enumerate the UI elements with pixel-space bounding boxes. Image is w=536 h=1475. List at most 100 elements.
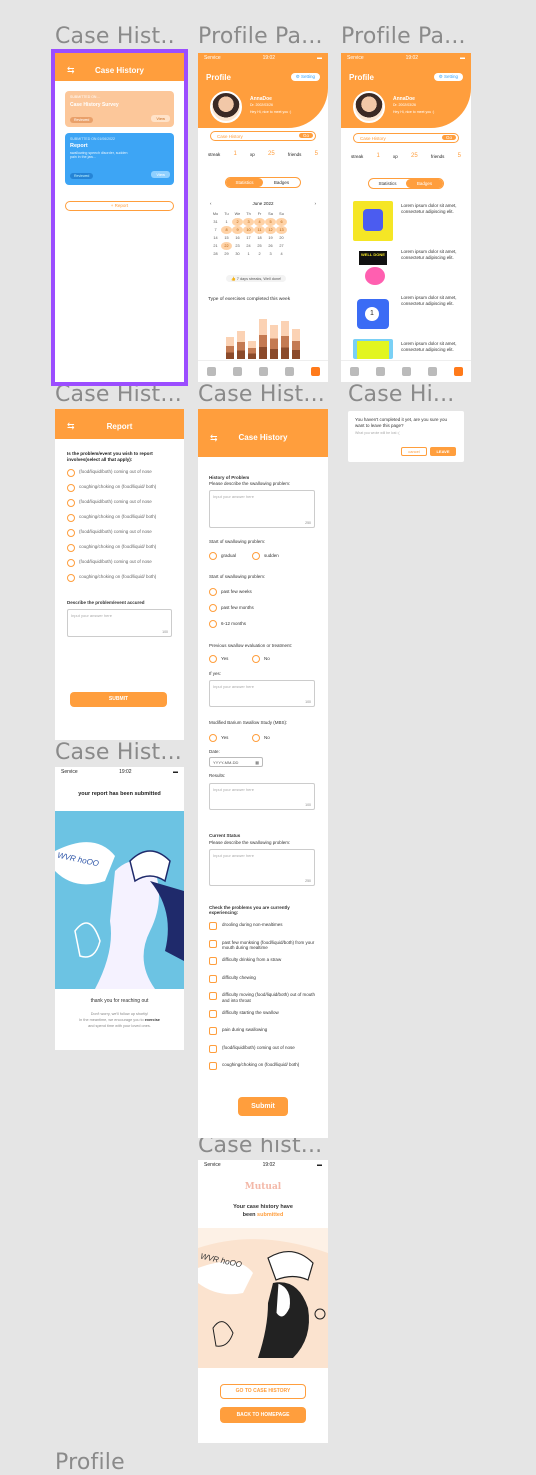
calendar-icon[interactable]: ▦ bbox=[255, 760, 259, 765]
nav-profile-icon[interactable] bbox=[310, 367, 320, 376]
radio-button[interactable] bbox=[67, 514, 75, 522]
radio-button[interactable] bbox=[209, 620, 217, 628]
checkbox[interactable] bbox=[209, 922, 217, 930]
report-option[interactable]: (food/liquid/both) coming out of nose bbox=[67, 469, 177, 484]
report-option[interactable]: coughing/choking on (food/liquid/ both) bbox=[67, 484, 177, 499]
report-option[interactable]: coughing/choking on (food/liquid/ both) bbox=[67, 544, 177, 559]
if-yes-textarea[interactable]: Input your answer here 100 bbox=[209, 680, 315, 707]
case-history-card[interactable]: SUBMITTED ON ... Case History Survey Rev… bbox=[65, 91, 174, 127]
nav-social-icon[interactable] bbox=[284, 367, 294, 376]
radio-button[interactable] bbox=[209, 734, 217, 742]
checkbox[interactable] bbox=[209, 992, 217, 1000]
view-button[interactable]: View bbox=[151, 115, 170, 122]
page-title: Profile bbox=[349, 73, 374, 82]
sudden-option[interactable]: sudden bbox=[252, 552, 279, 560]
checklist-item[interactable]: (food/liquid/both) coming out of nose bbox=[209, 1044, 319, 1063]
radio-button[interactable] bbox=[67, 499, 75, 507]
radio-button[interactable] bbox=[209, 604, 217, 612]
radio-button[interactable] bbox=[209, 552, 217, 560]
tab-badges[interactable]: Badges bbox=[263, 178, 300, 187]
go-to-case-history-button[interactable]: GO TO CASE HISTORY bbox=[220, 1384, 306, 1399]
weekday: Th bbox=[246, 212, 251, 216]
radio-button[interactable] bbox=[209, 655, 217, 663]
checklist-item[interactable]: past few monksing (food/liquid/both) fro… bbox=[209, 939, 319, 958]
chevron-right-icon[interactable]: › bbox=[315, 201, 317, 206]
go-button[interactable]: Go bbox=[441, 135, 456, 140]
add-report-button[interactable]: + Report bbox=[65, 201, 174, 211]
app-logo: Mutual bbox=[244, 1182, 282, 1192]
nav-exercise-icon[interactable] bbox=[375, 367, 385, 376]
history-textarea[interactable]: Input your answer here 250 bbox=[209, 490, 315, 528]
radio-button[interactable] bbox=[67, 544, 75, 552]
checkbox[interactable] bbox=[209, 974, 217, 983]
radio-button[interactable] bbox=[67, 469, 75, 477]
case-history-link[interactable]: Case History Go bbox=[210, 131, 316, 141]
report-card[interactable]: SUBMITTED ON 01/06/2022 Report swallowin… bbox=[65, 133, 174, 185]
gradual-option[interactable]: gradual bbox=[209, 552, 236, 560]
radio-button[interactable] bbox=[209, 588, 217, 596]
checklist-item[interactable]: difficulty chewing bbox=[209, 974, 319, 993]
submit-button[interactable]: SUBMIT bbox=[70, 692, 167, 707]
leave-button[interactable]: LEAVE bbox=[430, 447, 456, 456]
case-history-link[interactable]: Case History Go bbox=[353, 133, 459, 143]
weekday: Tu bbox=[224, 212, 229, 216]
6-12-months-option[interactable]: 6-12 months bbox=[209, 620, 246, 628]
chevron-left-icon[interactable]: ‹ bbox=[210, 201, 212, 206]
checklist-item[interactable]: coughing/choking on (food/liquid/ both) bbox=[209, 1062, 319, 1080]
radio-button[interactable] bbox=[67, 559, 75, 567]
radio-button[interactable] bbox=[252, 734, 260, 742]
submit-button[interactable]: Submit bbox=[238, 1097, 288, 1116]
radio-button[interactable] bbox=[252, 655, 260, 663]
checklist-item[interactable]: drooling during non-mealtimes bbox=[209, 922, 319, 940]
battery-icon: ▬ bbox=[172, 769, 178, 775]
report-option[interactable]: coughing/choking on (food/liquid/ both) bbox=[67, 514, 177, 529]
mbs-no-option[interactable]: No bbox=[252, 734, 270, 742]
radio-button[interactable] bbox=[67, 529, 75, 537]
radio-button[interactable] bbox=[252, 552, 260, 560]
go-button[interactable]: Go bbox=[298, 133, 313, 138]
checkbox[interactable] bbox=[209, 957, 217, 965]
checklist-item[interactable]: difficulty moving (food/liquid/both) out… bbox=[209, 992, 319, 1010]
report-option[interactable]: (food/liquid/both) coming out of nose bbox=[67, 559, 177, 574]
weekday: Sa bbox=[268, 212, 273, 216]
describe-textarea[interactable]: Input your answer here 100 bbox=[67, 609, 172, 637]
checkbox[interactable] bbox=[209, 939, 217, 948]
checklist-item[interactable]: difficulty starting the swallow bbox=[209, 1009, 319, 1028]
checklist-item[interactable]: pain during swallowing bbox=[209, 1027, 319, 1045]
back-to-homepage-button[interactable]: BACK TO HOMEPAGE bbox=[220, 1407, 306, 1423]
weeks-option[interactable]: past few weeks bbox=[209, 588, 252, 596]
mbs-yes-option[interactable]: Yes bbox=[209, 734, 228, 742]
current-status-textarea[interactable]: Input your answer here 250 bbox=[209, 849, 315, 886]
nav-game-icon[interactable] bbox=[401, 367, 411, 376]
report-option[interactable]: coughing/choking on (food/liquid/ both) bbox=[67, 574, 177, 589]
tab-badges[interactable]: Badges bbox=[406, 179, 443, 188]
yes-option[interactable]: Yes bbox=[209, 655, 228, 663]
report-option[interactable]: (food/liquid/both) coming out of nose bbox=[67, 499, 177, 514]
nav-exercise-icon[interactable] bbox=[232, 367, 242, 376]
date-input[interactable]: YYYY-MM-DD ▦ bbox=[209, 757, 263, 767]
checkbox[interactable] bbox=[209, 1027, 217, 1035]
checkbox[interactable] bbox=[209, 1062, 217, 1070]
radio-button[interactable] bbox=[67, 484, 75, 492]
nav-home-icon[interactable] bbox=[206, 367, 216, 376]
checkbox[interactable] bbox=[209, 1044, 217, 1053]
months-option[interactable]: past few months bbox=[209, 604, 254, 612]
radio-button[interactable] bbox=[67, 574, 75, 582]
no-option[interactable]: No bbox=[252, 655, 270, 663]
nav-home-icon[interactable] bbox=[349, 367, 359, 376]
checklist-item[interactable]: difficulty drinking from a straw bbox=[209, 957, 319, 975]
view-button[interactable]: View bbox=[151, 171, 170, 178]
setting-button[interactable]: ⚙ Setting bbox=[290, 73, 320, 81]
exercise-link[interactable]: exercise bbox=[145, 1018, 160, 1022]
results-textarea[interactable]: Input your answer here 100 bbox=[209, 783, 315, 810]
setting-button[interactable]: ⚙ Setting bbox=[433, 73, 463, 81]
checkbox[interactable] bbox=[209, 1009, 217, 1018]
nav-game-icon[interactable] bbox=[258, 367, 268, 376]
nav-social-icon[interactable] bbox=[427, 367, 437, 376]
card-title: Case History Survey bbox=[70, 102, 119, 108]
nav-profile-icon[interactable] bbox=[453, 367, 463, 376]
tab-statistics[interactable]: Statistics bbox=[226, 178, 263, 187]
report-option[interactable]: (food/liquid/both) coming out of nose bbox=[67, 529, 177, 544]
tab-statistics[interactable]: Statistics bbox=[369, 179, 406, 188]
cancel-button[interactable]: cancel bbox=[401, 447, 427, 456]
